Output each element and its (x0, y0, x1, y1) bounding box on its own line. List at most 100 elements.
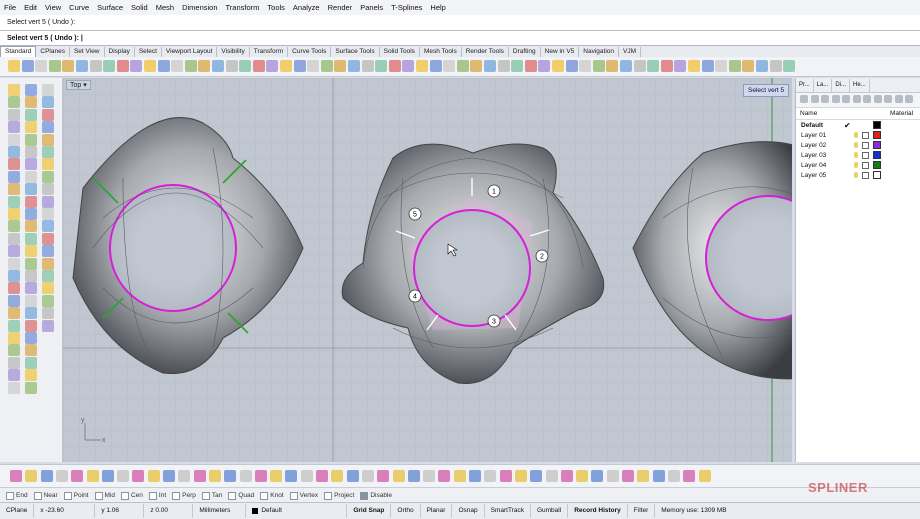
layer-row[interactable]: Layer 02 (796, 140, 920, 150)
left-tool-icon[interactable] (8, 220, 20, 233)
left-tool-icon[interactable] (8, 195, 20, 208)
tsplines-tool-icon[interactable] (178, 470, 191, 482)
left-tool-icon[interactable] (8, 133, 20, 146)
osnap-checkbox[interactable] (228, 491, 237, 500)
osnap-point[interactable]: Point (63, 491, 89, 500)
tsplines-tool-icon[interactable] (86, 470, 99, 482)
layer-tool-icon[interactable] (884, 95, 892, 103)
toolbar-tool-icon[interactable] (144, 60, 156, 72)
toolbar-tool-icon[interactable] (511, 60, 524, 72)
tab-viewport-layout[interactable]: Viewport Layout (162, 47, 218, 57)
viewport-title[interactable]: Top ▾ (66, 80, 91, 90)
layer-color-swatch[interactable] (873, 161, 881, 169)
tsplines-tool-icon[interactable] (10, 470, 22, 482)
left-tool-icon[interactable] (8, 108, 20, 121)
toolbar-tool-icon[interactable] (89, 60, 102, 72)
toolbar-tool-icon[interactable] (293, 60, 306, 72)
toolbar-tool-icon[interactable] (674, 60, 687, 72)
lock-icon[interactable] (862, 171, 869, 179)
osnap-cen[interactable]: Cen (120, 491, 143, 500)
tsplines-tool-icon[interactable] (560, 470, 573, 482)
tsplines-tool-icon[interactable] (407, 470, 420, 482)
planar-toggle[interactable]: Planar (421, 504, 453, 518)
toolbar-tool-icon[interactable] (361, 60, 374, 72)
osnap-checkbox[interactable] (201, 491, 210, 500)
tsplines-tool-icon[interactable] (361, 470, 374, 482)
left-tool-icon[interactable] (42, 208, 54, 220)
tsplines-tool-icon[interactable] (117, 470, 130, 482)
layer-tool-icon[interactable] (873, 95, 882, 103)
toolbar-tool-icon[interactable] (348, 60, 360, 72)
osnap-knot[interactable]: Knot (260, 491, 284, 500)
tsplines-tool-icon[interactable] (545, 470, 558, 482)
left-tool-icon[interactable] (25, 257, 37, 270)
toolbar-tool-icon[interactable] (252, 60, 265, 72)
toolbar-tool-icon[interactable] (701, 60, 714, 72)
toolbar-tool-icon[interactable] (388, 60, 401, 72)
tab-drafting[interactable]: Drafting (509, 47, 541, 57)
layer-color-swatch[interactable] (873, 141, 881, 149)
visibility-bulb-icon[interactable] (854, 152, 858, 158)
layer-row[interactable]: Layer 05 (796, 170, 920, 180)
left-tool-icon[interactable] (25, 307, 37, 320)
panel-tab-1[interactable]: La... (814, 78, 833, 92)
left-tool-icon[interactable] (8, 158, 20, 171)
tab-solid-tools[interactable]: Solid Tools (380, 47, 420, 57)
left-tool-icon[interactable] (42, 84, 54, 96)
left-tool-icon[interactable] (25, 344, 37, 357)
left-tool-icon[interactable] (8, 344, 20, 357)
left-tool-icon[interactable] (42, 220, 54, 233)
layer-color-swatch[interactable] (873, 131, 881, 139)
left-tool-icon[interactable] (8, 257, 20, 270)
tsplines-tool-icon[interactable] (606, 470, 619, 482)
tsplines-tool-icon[interactable] (346, 470, 359, 482)
tsplines-tool-icon[interactable] (101, 470, 114, 482)
menu-solid[interactable]: Solid (127, 3, 152, 12)
left-tool-icon[interactable] (25, 319, 37, 332)
left-tool-icon[interactable] (25, 282, 37, 295)
osnap-tan[interactable]: Tan (201, 491, 222, 500)
layer-name[interactable]: Layer 04 (796, 162, 851, 169)
toolbar-tool-icon[interactable] (633, 60, 646, 72)
left-tool-icon[interactable] (42, 121, 54, 134)
menu-mesh[interactable]: Mesh (152, 3, 178, 12)
grid-snap-toggle[interactable]: Grid Snap (347, 504, 392, 518)
tsplines-tool-icon[interactable] (576, 470, 589, 482)
left-tool-icon[interactable] (25, 170, 37, 183)
left-tool-icon[interactable] (8, 332, 20, 344)
toolbar-tool-icon[interactable] (8, 60, 20, 72)
tsplines-tool-icon[interactable] (683, 470, 696, 482)
toolbar-tool-icon[interactable] (565, 60, 578, 72)
toolbar-tool-icon[interactable] (212, 60, 224, 72)
osnap-int[interactable]: Int (148, 491, 166, 500)
panel-tab-2[interactable]: Di... (832, 78, 851, 92)
toolbar-tool-icon[interactable] (552, 60, 564, 72)
layer-tool-icon[interactable] (863, 95, 871, 103)
left-tool-icon[interactable] (42, 270, 54, 282)
osnap-near[interactable]: Near (33, 491, 58, 500)
left-tool-icon[interactable] (42, 108, 54, 121)
toolbar-tool-icon[interactable] (171, 60, 184, 72)
osnap-checkbox[interactable] (120, 491, 129, 500)
left-tool-icon[interactable] (8, 232, 20, 245)
toolbar-tool-icon[interactable] (620, 60, 632, 72)
left-tool-icon[interactable] (8, 245, 20, 258)
left-tool-icon[interactable] (8, 369, 20, 382)
toolbar-tool-icon[interactable] (239, 60, 252, 72)
tab-surface-tools[interactable]: Surface Tools (331, 47, 380, 57)
toolbar-tool-icon[interactable] (728, 60, 741, 72)
left-tool-icon[interactable] (42, 245, 54, 258)
tsplines-tool-icon[interactable] (147, 470, 160, 482)
left-tool-icon[interactable] (8, 96, 20, 109)
toolbar-tool-icon[interactable] (280, 60, 292, 72)
left-tool-icon[interactable] (25, 356, 37, 369)
tsplines-tool-icon[interactable] (423, 470, 436, 482)
tab-navigation[interactable]: Navigation (579, 47, 619, 57)
toolbar-tool-icon[interactable] (756, 60, 768, 72)
tab-curve-tools[interactable]: Curve Tools (288, 47, 332, 57)
layer-color-swatch[interactable] (873, 171, 881, 179)
left-tool-icon[interactable] (42, 158, 54, 171)
tsplines-tool-icon[interactable] (25, 470, 38, 482)
toolbar-tool-icon[interactable] (688, 60, 700, 72)
osnap-quad[interactable]: Quad (228, 491, 254, 500)
